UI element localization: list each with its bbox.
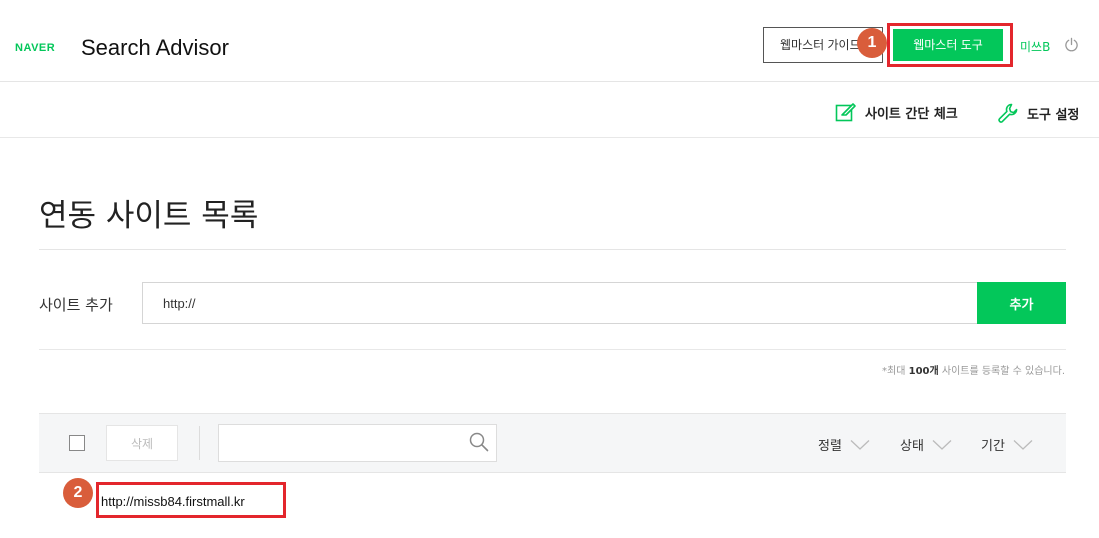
delete-button[interactable]: 삭제 bbox=[106, 425, 178, 461]
site-limit-note: *최대 100개 사이트를 등록할 수 있습니다. bbox=[882, 366, 1065, 377]
tool-settings-label: 도구 설정 bbox=[1027, 107, 1080, 123]
step-badge-2: 2 bbox=[63, 478, 93, 508]
webmaster-tools-button[interactable]: 웹마스터 도구 bbox=[893, 29, 1003, 61]
select-all-checkbox[interactable] bbox=[69, 435, 85, 451]
sort-dropdown[interactable]: 정렬 bbox=[818, 435, 870, 454]
site-check-link[interactable]: 사이트 간단 체크 bbox=[835, 102, 958, 122]
search-icon[interactable] bbox=[469, 432, 489, 452]
status-label: 상태 bbox=[900, 439, 924, 454]
site-list-toolbar: 삭제 정렬 상태 기간 bbox=[39, 413, 1066, 473]
period-dropdown[interactable]: 기간 bbox=[981, 435, 1033, 454]
site-search-input[interactable] bbox=[218, 424, 497, 462]
chevron-down-icon bbox=[1013, 439, 1033, 450]
tool-bar: 사이트 간단 체크 도구 설정 bbox=[0, 82, 1099, 138]
add-site-label: 사이트 추가 bbox=[39, 296, 113, 314]
chevron-down-icon bbox=[932, 439, 952, 450]
add-site-input[interactable] bbox=[142, 282, 978, 324]
app-title[interactable]: Search Advisor bbox=[81, 35, 229, 61]
divider bbox=[39, 349, 1066, 350]
page-title: 연동 사이트 목록 bbox=[39, 198, 259, 234]
site-list-item[interactable]: http://missb84.firstmall.kr bbox=[101, 494, 245, 509]
tool-settings-link[interactable]: 도구 설정 bbox=[997, 102, 1079, 124]
user-name[interactable]: 미쓰B bbox=[1020, 38, 1050, 55]
step-badge-1: 1 bbox=[857, 28, 887, 58]
add-site-button[interactable]: 추가 bbox=[977, 282, 1066, 324]
period-label: 기간 bbox=[981, 439, 1005, 454]
sort-label: 정렬 bbox=[818, 439, 842, 454]
site-check-label: 사이트 간단 체크 bbox=[865, 106, 958, 122]
divider bbox=[39, 249, 1066, 250]
status-dropdown[interactable]: 상태 bbox=[900, 435, 952, 454]
edit-check-icon bbox=[835, 103, 856, 122]
divider bbox=[199, 426, 200, 460]
power-icon[interactable] bbox=[1064, 37, 1079, 52]
wrench-icon bbox=[998, 103, 1018, 123]
chevron-down-icon bbox=[850, 439, 870, 450]
naver-logo[interactable]: NAVER bbox=[15, 42, 55, 54]
top-header: NAVER Search Advisor 웹마스터 가이드 웹마스터 도구 1 … bbox=[0, 0, 1099, 82]
